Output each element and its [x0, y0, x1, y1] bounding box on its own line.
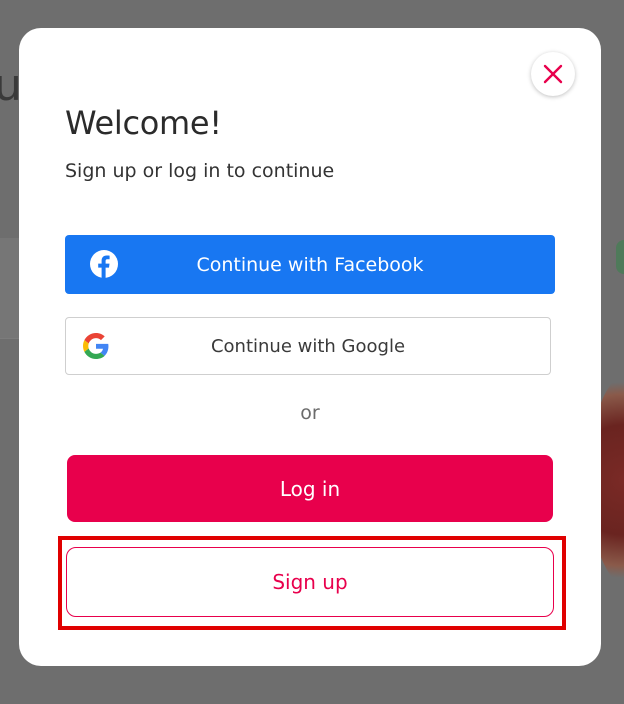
continue-with-google-button[interactable]: Continue with Google	[65, 317, 551, 375]
welcome-modal: Welcome! Sign up or log in to continue C…	[19, 28, 601, 666]
background-badge	[616, 240, 624, 274]
divider-or: or	[300, 402, 320, 424]
facebook-button-label: Continue with Facebook	[196, 253, 424, 276]
modal-title: Welcome!	[65, 104, 222, 142]
signup-button-label: Sign up	[272, 570, 348, 594]
facebook-icon	[89, 249, 119, 279]
close-button[interactable]	[531, 52, 575, 96]
close-icon	[543, 64, 563, 84]
login-button[interactable]: Log in	[67, 455, 553, 522]
signup-button[interactable]: Sign up	[66, 547, 554, 617]
google-icon	[83, 333, 109, 359]
modal-subtitle: Sign up or log in to continue	[65, 160, 335, 182]
login-button-label: Log in	[279, 476, 341, 501]
continue-with-facebook-button[interactable]: Continue with Facebook	[65, 235, 555, 294]
google-button-label: Continue with Google	[210, 335, 406, 357]
